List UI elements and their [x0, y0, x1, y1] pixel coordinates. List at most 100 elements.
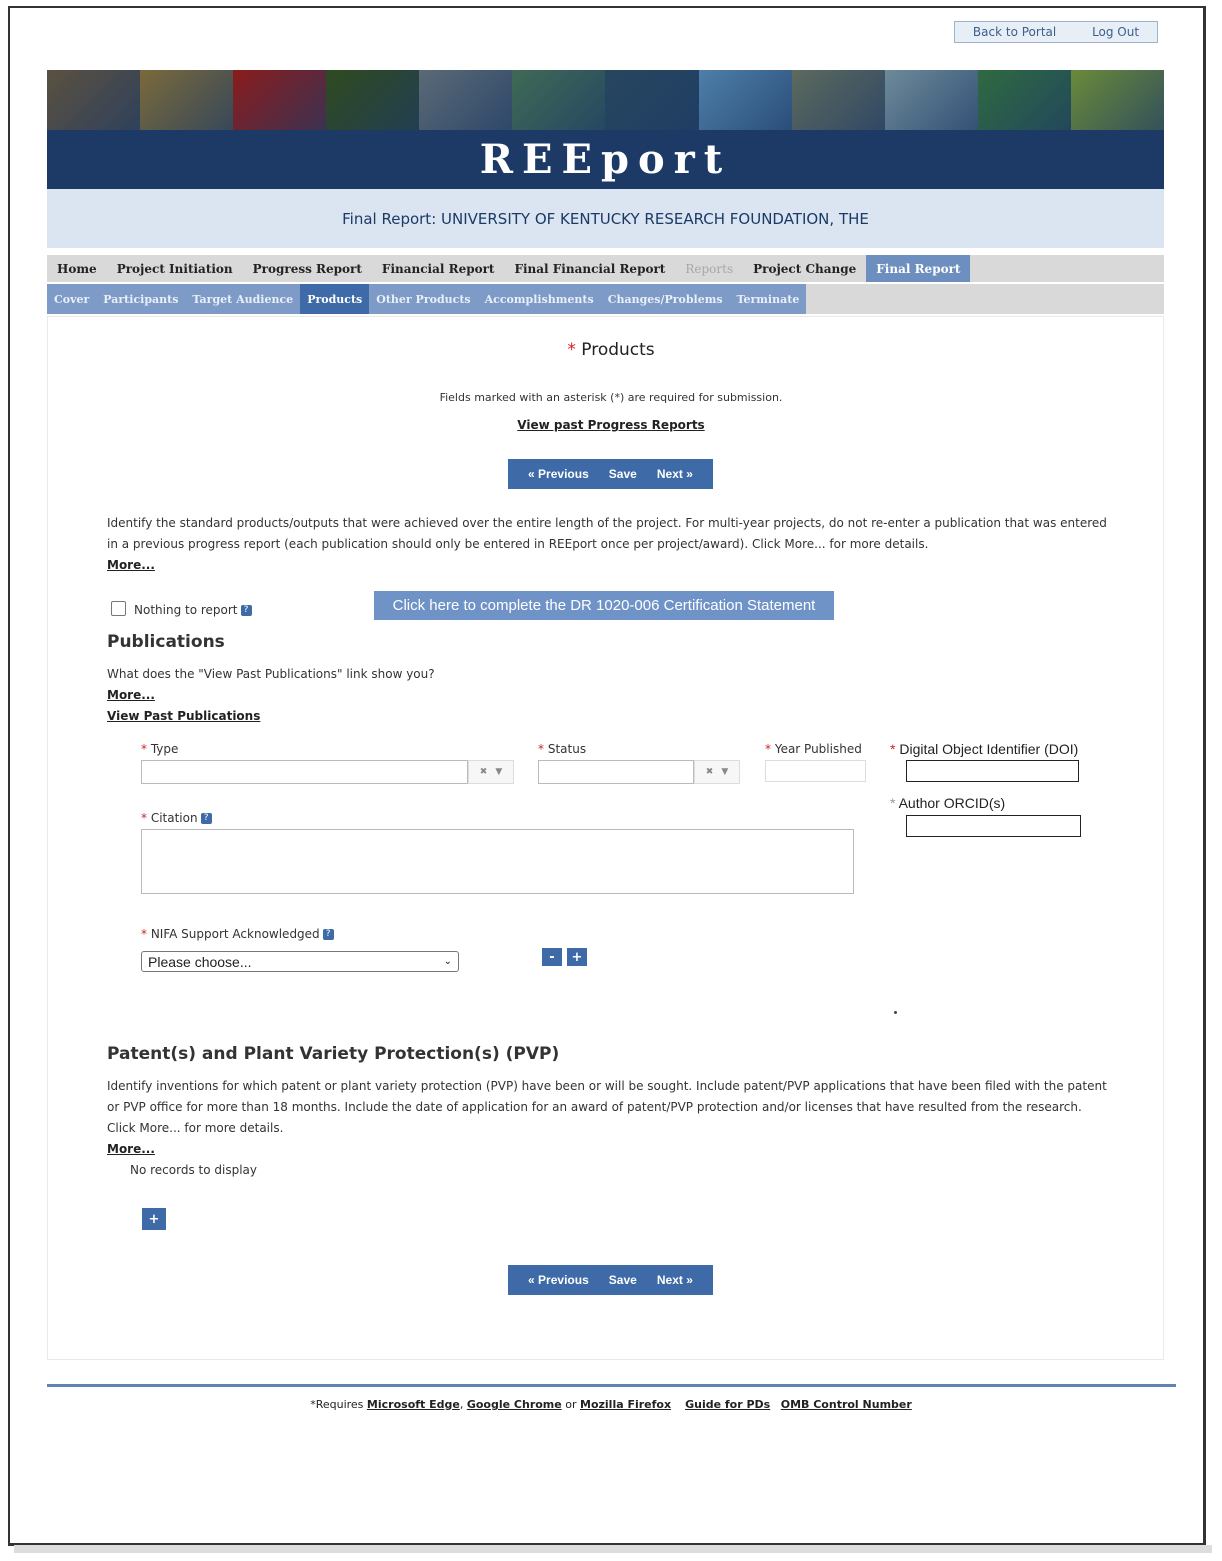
- view-past-publications-link[interactable]: View Past Publications: [107, 709, 260, 723]
- tab-terminate[interactable]: Terminate: [730, 284, 807, 314]
- status-label: * Status: [538, 742, 586, 756]
- citation-label-text: Citation: [150, 811, 198, 825]
- help-icon[interactable]: ?: [240, 605, 252, 616]
- publications-title: Publications: [107, 632, 225, 652]
- page-title: * Products: [0, 340, 1222, 360]
- microsoft-edge-link[interactable]: Microsoft Edge: [367, 1398, 460, 1411]
- banner-photo: [791, 70, 885, 130]
- type-input[interactable]: [141, 760, 468, 784]
- footer-comma: ,: [459, 1398, 464, 1411]
- nothing-to-report-text: Nothing to report: [134, 603, 238, 617]
- tab-accomplishments[interactable]: Accomplishments: [478, 284, 601, 314]
- view-past-progress-reports-link[interactable]: View past Progress Reports: [517, 418, 704, 432]
- required-asterisk: *: [141, 742, 147, 756]
- year-published-label: * Year Published: [765, 742, 862, 756]
- clear-icon[interactable]: ✖: [706, 767, 714, 777]
- required-asterisk: *: [567, 340, 576, 360]
- patents-more-link[interactable]: More...: [107, 1142, 155, 1156]
- banner-photo: [605, 70, 699, 130]
- banner-photo: [884, 70, 978, 130]
- back-to-portal-link[interactable]: Back to Portal: [973, 25, 1056, 39]
- status-input[interactable]: [538, 760, 694, 784]
- nothing-to-report-label: Nothing to report?: [134, 603, 252, 617]
- remove-publication-button[interactable]: -: [542, 948, 562, 966]
- dot-mark: [894, 1011, 897, 1014]
- footer-or: or: [565, 1398, 577, 1411]
- guide-for-pds-link[interactable]: Guide for PDs: [685, 1398, 770, 1411]
- chevron-down-icon[interactable]: ▼: [721, 767, 728, 777]
- certification-button[interactable]: Click here to complete the DR 1020-006 C…: [374, 591, 834, 620]
- banner-photo: [47, 70, 141, 130]
- tab-changes-problems[interactable]: Changes/Problems: [601, 284, 730, 314]
- site-logo-title: REEport: [479, 136, 732, 183]
- nav-item-project-initiation[interactable]: Project Initiation: [107, 255, 243, 282]
- footer-prefix: *Requires: [310, 1398, 364, 1411]
- nifa-support-label-text: NIFA Support Acknowledged: [150, 927, 320, 941]
- no-records-text: No records to display: [130, 1163, 258, 1177]
- footer: *Requires Microsoft Edge, Google Chrome …: [0, 1398, 1222, 1411]
- required-note: Fields marked with an asterisk (*) are r…: [439, 391, 783, 404]
- nifa-support-select[interactable]: Please choose... ⌄: [141, 951, 459, 972]
- tab-products[interactable]: Products: [300, 284, 370, 314]
- doi-input[interactable]: [906, 760, 1079, 782]
- omb-control-number-link[interactable]: OMB Control Number: [781, 1398, 912, 1411]
- banner-photo: [977, 70, 1071, 130]
- log-out-link[interactable]: Log Out: [1092, 25, 1139, 39]
- tab-participants[interactable]: Participants: [96, 284, 185, 314]
- banner-photo: [1070, 70, 1164, 130]
- tab-other-products[interactable]: Other Products: [369, 284, 477, 314]
- publications-question: What does the "View Past Publications" l…: [107, 667, 435, 681]
- nav-item-home[interactable]: Home: [47, 255, 107, 282]
- tab-cover[interactable]: Cover: [47, 284, 96, 314]
- nifa-support-label: * NIFA Support Acknowledged?: [141, 927, 334, 941]
- add-publication-button[interactable]: +: [567, 948, 587, 966]
- doi-label-text: Digital Object Identifier (DOI): [899, 741, 1079, 757]
- page-title-text: Products: [581, 340, 655, 360]
- tab-target-audience[interactable]: Target Audience: [185, 284, 300, 314]
- next-button[interactable]: Next »: [657, 1273, 693, 1287]
- type-label-text: Type: [150, 742, 179, 756]
- report-header-text: Final Report: UNIVERSITY OF KENTUCKY RES…: [342, 209, 869, 228]
- google-chrome-link[interactable]: Google Chrome: [467, 1398, 562, 1411]
- top-links: Back to Portal Log Out: [954, 21, 1158, 43]
- publications-more-link[interactable]: More...: [107, 688, 155, 702]
- required-asterisk: *: [765, 742, 771, 756]
- orcid-asterisk: *: [890, 795, 896, 811]
- citation-label: * Citation?: [141, 811, 212, 825]
- status-label-text: Status: [547, 742, 587, 756]
- nav-item-final-report[interactable]: Final Report: [866, 255, 971, 282]
- mozilla-firefox-link[interactable]: Mozilla Firefox: [580, 1398, 671, 1411]
- footer-divider: [47, 1384, 1176, 1387]
- banner-photo: [419, 70, 513, 130]
- help-icon[interactable]: ?: [200, 813, 212, 824]
- next-button[interactable]: Next »: [657, 467, 693, 481]
- required-asterisk: *: [538, 742, 544, 756]
- clear-icon[interactable]: ✖: [480, 767, 488, 777]
- add-patent-button[interactable]: +: [142, 1208, 166, 1230]
- previous-button[interactable]: « Previous: [528, 467, 589, 481]
- chevron-down-icon[interactable]: ▼: [495, 767, 502, 777]
- report-header: Final Report: UNIVERSITY OF KENTUCKY RES…: [47, 189, 1164, 248]
- past-reports-link-wrap: View past Progress Reports: [0, 418, 1222, 432]
- citation-textarea[interactable]: [141, 829, 854, 894]
- nav-item-final-financial-report[interactable]: Final Financial Report: [504, 255, 675, 282]
- bottom-nav-buttons: « Previous Save Next »: [508, 1265, 713, 1295]
- nothing-to-report-checkbox[interactable]: [111, 601, 126, 616]
- year-published-input[interactable]: [765, 760, 866, 782]
- nav-item-progress-report[interactable]: Progress Report: [243, 255, 372, 282]
- save-button[interactable]: Save: [609, 467, 637, 481]
- year-published-label-text: Year Published: [774, 742, 862, 756]
- doi-label: * Digital Object Identifier (DOI): [890, 741, 1090, 757]
- patents-text: Identify inventions for which patent or …: [107, 1079, 1107, 1135]
- nav-item-financial-report[interactable]: Financial Report: [372, 255, 505, 282]
- frame-shadow: [14, 1545, 1212, 1553]
- banner-photo: [512, 70, 606, 130]
- banner-photo: [233, 70, 327, 130]
- chevron-down-icon: ⌄: [443, 956, 452, 967]
- help-icon[interactable]: ?: [322, 929, 334, 940]
- save-button[interactable]: Save: [609, 1273, 637, 1287]
- intro-more-link[interactable]: More...: [107, 558, 155, 572]
- orcid-input[interactable]: [906, 815, 1081, 837]
- previous-button[interactable]: « Previous: [528, 1273, 589, 1287]
- nav-item-project-change[interactable]: Project Change: [743, 255, 866, 282]
